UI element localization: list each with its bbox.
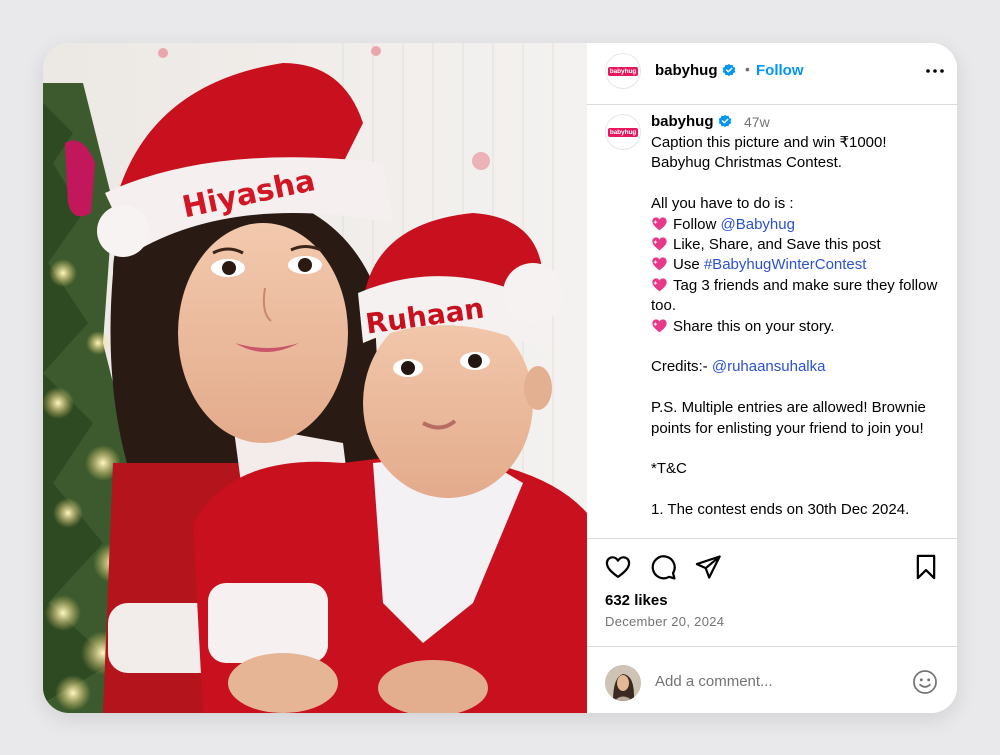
post-side-panel: babyhug babyhug • Follow babyhug babyhug… (587, 43, 957, 713)
caption-line-text: Tag 3 friends and make sure they follow … (651, 276, 938, 315)
sparkling-heart-icon (652, 216, 667, 230)
save-bookmark-icon[interactable] (912, 553, 940, 581)
caption-line-text: Credits:- (651, 358, 712, 376)
caption-line: Follow @Babyhug (651, 215, 946, 235)
caption-line-text: 1. The contest ends on 30th Dec 2024. (651, 501, 910, 519)
post-time-ago[interactable]: 47w (744, 114, 770, 130)
mention-link[interactable]: @Babyhug (721, 216, 795, 233)
comment-input[interactable] (655, 673, 895, 690)
caption-line-text: All you have to do is : (651, 195, 794, 213)
caption-avatar[interactable]: babyhug (605, 114, 641, 150)
caption-line-text: Share this on your story. (673, 317, 835, 335)
follow-button[interactable]: Follow (756, 62, 804, 79)
caption-line (651, 378, 946, 398)
mention-link[interactable]: @ruhaansuhalka (712, 358, 826, 375)
post-card: Hiyasha Ruhaan babyhug babyhug • Follow … (43, 43, 957, 713)
photo-illustration: Hiyasha Ruhaan (43, 43, 587, 713)
username-link[interactable]: babyhug (655, 62, 736, 79)
share-icon[interactable] (694, 553, 722, 581)
caption-line-text: Use (673, 256, 704, 274)
post-date[interactable]: December 20, 2024 (605, 614, 724, 629)
brand-logo: babyhug (607, 66, 639, 76)
caption-line: Tag 3 friends and make sure they follow … (651, 276, 946, 317)
caption-line-text: Babyhug Christmas Contest. (651, 154, 842, 172)
caption-line: All you have to do is : (651, 194, 946, 214)
caption-text: Caption this picture and win ₹1000! Babyh… (651, 133, 946, 521)
caption-username[interactable]: babyhug (651, 113, 732, 130)
caption-line: Caption this picture and win ₹1000! (651, 133, 946, 153)
comment-icon[interactable] (649, 553, 677, 581)
caption-scroll-area[interactable]: babyhug babyhug 47w Caption this picture… (587, 106, 957, 538)
caption-line-text: Caption this picture and win ₹1000! (651, 134, 887, 151)
caption-line (651, 480, 946, 500)
actions-divider (587, 538, 957, 539)
like-heart-icon[interactable] (604, 553, 632, 581)
caption-line-text: *T&C (651, 460, 687, 478)
caption-line: Use #BabyhugWinterContest (651, 255, 946, 275)
caption-line: Like, Share, and Save this post (651, 235, 946, 255)
caption-line: P.S. Multiple entries are allowed! Brown… (651, 398, 946, 439)
caption-line (651, 439, 946, 459)
separator-dot: • (745, 61, 750, 77)
caption-line (651, 337, 946, 357)
sparkling-heart-icon (652, 237, 667, 251)
caption-line-text: Like, Share, and Save this post (673, 236, 881, 254)
caption-line: 1. The contest ends on 30th Dec 2024. (651, 500, 946, 520)
profile-avatar[interactable]: babyhug (605, 53, 641, 89)
verified-badge-icon (718, 114, 731, 128)
caption-line (651, 174, 946, 194)
caption-line: Credits:- @ruhaansuhalka (651, 357, 946, 377)
emoji-icon[interactable] (912, 669, 938, 695)
comment-bar (587, 646, 957, 713)
sparkling-heart-icon (652, 257, 667, 271)
caption-username-text: babyhug (651, 113, 714, 130)
caption-line: Babyhug Christmas Contest. (651, 153, 946, 173)
username-text: babyhug (655, 62, 718, 79)
hashtag-link[interactable]: #BabyhugWinterContest (704, 256, 867, 273)
caption-line-text: Follow (673, 215, 721, 233)
caption-line: Share this on your story. (651, 317, 946, 337)
user-avatar[interactable] (605, 665, 641, 701)
caption-line: *T&C (651, 459, 946, 479)
sparkling-heart-icon (652, 319, 667, 332)
post-photo[interactable]: Hiyasha Ruhaan (43, 43, 587, 713)
sparkling-heart-icon (652, 278, 667, 292)
brand-logo: babyhug (607, 127, 639, 137)
verified-badge-icon (722, 63, 735, 77)
likes-count[interactable]: 632 likes (605, 592, 668, 609)
post-header: babyhug babyhug • Follow (587, 43, 957, 105)
user-avatar-image (605, 665, 641, 701)
more-options-icon[interactable] (923, 59, 947, 83)
caption-line-text: P.S. Multiple entries are allowed! Brown… (651, 399, 926, 437)
